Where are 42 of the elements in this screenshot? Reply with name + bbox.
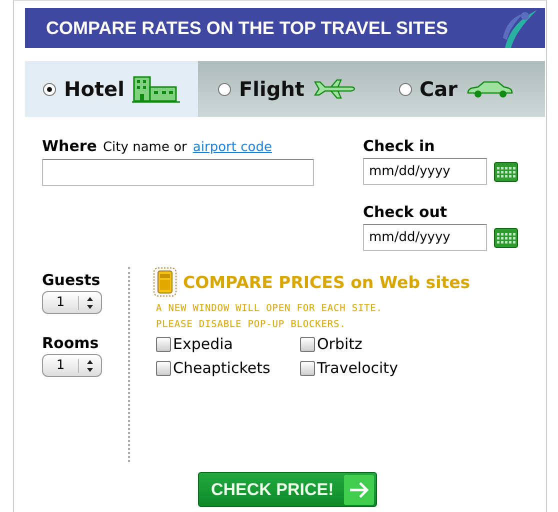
checkbox[interactable]	[156, 336, 171, 352]
stepper-arrows-icon[interactable]	[78, 358, 95, 372]
radio-button[interactable]	[43, 82, 56, 96]
tab[interactable]: Car	[378, 61, 536, 117]
site-label[interactable]: Travelocity	[317, 359, 398, 377]
checkbox[interactable]	[156, 360, 171, 376]
calculator-icon	[153, 267, 177, 297]
date-label: Check out	[363, 203, 448, 221]
date-field[interactable]: mm/dd/yyyy	[363, 224, 487, 251]
tab-label[interactable]: Car	[420, 77, 458, 101]
banner-title: COMPARE RATES ON THE TOP TRAVEL SITES	[46, 18, 448, 38]
notice-text: PLEASE DISABLE POP-UP BLOCKERS.	[156, 318, 347, 332]
tab-label[interactable]: Hotel	[64, 77, 124, 101]
date-label: Check in	[363, 137, 436, 155]
car-icon	[466, 79, 514, 99]
count-label: Rooms	[42, 334, 100, 352]
notice-text: A NEW WINDOW WILL OPEN FOR EACH SITE.	[156, 302, 384, 316]
checkbox[interactable]	[300, 336, 315, 352]
radio-button[interactable]	[218, 82, 231, 96]
where-label: Where	[42, 137, 97, 155]
tab-label[interactable]: Flight	[239, 77, 304, 101]
radio-button[interactable]	[398, 82, 412, 96]
calendar-icon[interactable]	[494, 162, 518, 182]
where-field[interactable]	[42, 159, 314, 186]
checkbox[interactable]	[300, 360, 315, 376]
site-label[interactable]: Orbitz	[317, 335, 362, 353]
calendar-icon[interactable]	[494, 228, 518, 248]
airport-code-link[interactable]: airport code	[192, 140, 272, 155]
check-price-button[interactable]: CHECK PRICE!	[198, 472, 377, 507]
building-icon	[132, 75, 180, 103]
number-select[interactable]: 1	[42, 354, 102, 377]
where-hint: City name or	[102, 140, 187, 155]
site-label[interactable]: Expedia	[173, 335, 233, 353]
airplane-icon	[312, 78, 356, 100]
date-field[interactable]: mm/dd/yyyy	[363, 158, 487, 185]
tab[interactable]: Hotel	[25, 61, 198, 117]
site-label[interactable]: Cheaptickets	[173, 359, 270, 377]
compare-heading: COMPARE PRICES on Web sites	[183, 272, 470, 292]
tab[interactable]: Flight	[198, 61, 378, 117]
number-select[interactable]: 1	[42, 291, 102, 314]
count-label: Guests	[42, 271, 102, 289]
stepper-arrows-icon[interactable]	[78, 296, 95, 310]
